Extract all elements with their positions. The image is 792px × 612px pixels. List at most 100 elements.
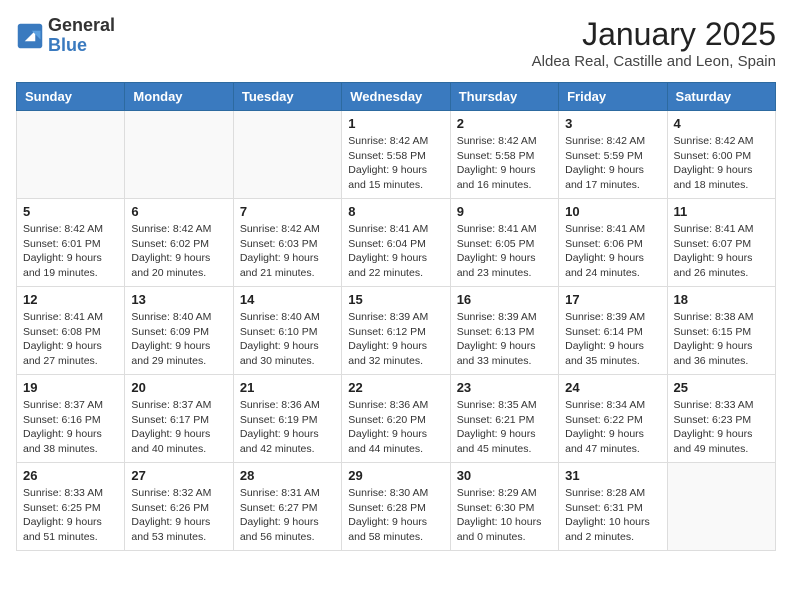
day-number: 23 [457, 380, 552, 395]
day-number: 15 [348, 292, 443, 307]
day-detail: Sunrise: 8:41 AMSunset: 6:06 PMDaylight:… [565, 222, 660, 281]
day-detail: Sunrise: 8:42 AMSunset: 6:01 PMDaylight:… [23, 222, 118, 281]
day-number: 6 [131, 204, 226, 219]
day-detail: Sunrise: 8:34 AMSunset: 6:22 PMDaylight:… [565, 398, 660, 457]
calendar-cell: 21 Sunrise: 8:36 AMSunset: 6:19 PMDayligh… [233, 375, 341, 463]
day-number: 13 [131, 292, 226, 307]
week-row-1: 1 Sunrise: 8:42 AMSunset: 5:58 PMDaylight… [17, 111, 776, 199]
calendar-cell: 12 Sunrise: 8:41 AMSunset: 6:08 PMDayligh… [17, 287, 125, 375]
day-detail: Sunrise: 8:40 AMSunset: 6:09 PMDaylight:… [131, 310, 226, 369]
day-detail: Sunrise: 8:41 AMSunset: 6:07 PMDaylight:… [674, 222, 769, 281]
weekday-header-row: SundayMondayTuesdayWednesdayThursdayFrid… [17, 83, 776, 111]
day-number: 26 [23, 468, 118, 483]
calendar-cell: 11Sunrise: 8:41 AMSunset: 6:07 PMDayligh… [667, 199, 775, 287]
day-number: 16 [457, 292, 552, 307]
day-detail: Sunrise: 8:35 AMSunset: 6:21 PMDaylight:… [457, 398, 552, 457]
day-detail: Sunrise: 8:30 AMSunset: 6:28 PMDaylight:… [348, 486, 443, 545]
day-detail: Sunrise: 8:42 AMSunset: 5:59 PMDaylight:… [565, 134, 660, 193]
calendar-cell: 30 Sunrise: 8:29 AMSunset: 6:30 PMDayligh… [450, 463, 558, 551]
week-row-3: 12 Sunrise: 8:41 AMSunset: 6:08 PMDayligh… [17, 287, 776, 375]
day-number: 21 [240, 380, 335, 395]
day-number: 31 [565, 468, 660, 483]
calendar-cell: 9 Sunrise: 8:41 AMSunset: 6:05 PMDaylight… [450, 199, 558, 287]
calendar-cell: 23 Sunrise: 8:35 AMSunset: 6:21 PMDayligh… [450, 375, 558, 463]
calendar-table: SundayMondayTuesdayWednesdayThursdayFrid… [16, 82, 776, 551]
day-detail: Sunrise: 8:33 AMSunset: 6:23 PMDaylight:… [674, 398, 769, 457]
calendar-cell: 3 Sunrise: 8:42 AMSunset: 5:59 PMDaylight… [559, 111, 667, 199]
day-number: 4 [674, 116, 769, 131]
day-detail: Sunrise: 8:37 AMSunset: 6:17 PMDaylight:… [131, 398, 226, 457]
calendar-cell: 5Sunrise: 8:42 AMSunset: 6:01 PMDaylight… [17, 199, 125, 287]
day-number: 2 [457, 116, 552, 131]
day-detail: Sunrise: 8:42 AMSunset: 6:00 PMDaylight:… [674, 134, 769, 193]
day-detail: Sunrise: 8:42 AMSunset: 6:03 PMDaylight:… [240, 222, 335, 281]
calendar-cell: 18Sunrise: 8:38 AMSunset: 6:15 PMDayligh… [667, 287, 775, 375]
calendar-cell: 27 Sunrise: 8:32 AMSunset: 6:26 PMDayligh… [125, 463, 233, 551]
day-detail: Sunrise: 8:32 AMSunset: 6:26 PMDaylight:… [131, 486, 226, 545]
calendar-cell: 24 Sunrise: 8:34 AMSunset: 6:22 PMDayligh… [559, 375, 667, 463]
day-number: 9 [457, 204, 552, 219]
calendar-cell: 20 Sunrise: 8:37 AMSunset: 6:17 PMDayligh… [125, 375, 233, 463]
calendar-cell [17, 111, 125, 199]
calendar-cell: 6 Sunrise: 8:42 AMSunset: 6:02 PMDaylight… [125, 199, 233, 287]
calendar-cell: 7 Sunrise: 8:42 AMSunset: 6:03 PMDaylight… [233, 199, 341, 287]
day-detail: Sunrise: 8:37 AMSunset: 6:16 PMDaylight:… [23, 398, 118, 457]
calendar-cell: 19 Sunrise: 8:37 AMSunset: 6:16 PMDayligh… [17, 375, 125, 463]
day-number: 27 [131, 468, 226, 483]
day-detail: Sunrise: 8:38 AMSunset: 6:15 PMDaylight:… [674, 310, 769, 369]
day-number: 24 [565, 380, 660, 395]
calendar-cell: 17Sunrise: 8:39 AMSunset: 6:14 PMDayligh… [559, 287, 667, 375]
day-detail: Sunrise: 8:33 AMSunset: 6:25 PMDaylight:… [23, 486, 118, 545]
day-number: 3 [565, 116, 660, 131]
day-detail: Sunrise: 8:41 AMSunset: 6:04 PMDaylight:… [348, 222, 443, 281]
calendar-cell: 1 Sunrise: 8:42 AMSunset: 5:58 PMDaylight… [342, 111, 450, 199]
weekday-header-sunday: Sunday [17, 83, 125, 111]
day-number: 10 [565, 204, 660, 219]
weekday-header-tuesday: Tuesday [233, 83, 341, 111]
day-detail: Sunrise: 8:39 AMSunset: 6:13 PMDaylight:… [457, 310, 552, 369]
day-detail: Sunrise: 8:36 AMSunset: 6:19 PMDaylight:… [240, 398, 335, 457]
day-number: 22 [348, 380, 443, 395]
calendar-cell [125, 111, 233, 199]
weekday-header-saturday: Saturday [667, 83, 775, 111]
calendar-cell: 16 Sunrise: 8:39 AMSunset: 6:13 PMDayligh… [450, 287, 558, 375]
day-number: 1 [348, 116, 443, 131]
day-detail: Sunrise: 8:41 AMSunset: 6:08 PMDaylight:… [23, 310, 118, 369]
week-row-5: 26 Sunrise: 8:33 AMSunset: 6:25 PMDayligh… [17, 463, 776, 551]
calendar-cell: 25 Sunrise: 8:33 AMSunset: 6:23 PMDayligh… [667, 375, 775, 463]
calendar-cell: 10 Sunrise: 8:41 AMSunset: 6:06 PMDayligh… [559, 199, 667, 287]
weekday-header-thursday: Thursday [450, 83, 558, 111]
calendar-cell: 29Sunrise: 8:30 AMSunset: 6:28 PMDayligh… [342, 463, 450, 551]
day-detail: Sunrise: 8:42 AMSunset: 6:02 PMDaylight:… [131, 222, 226, 281]
day-number: 30 [457, 468, 552, 483]
day-number: 12 [23, 292, 118, 307]
title-area: January 2025 Aldea Real, Castille and Le… [532, 16, 776, 70]
week-row-4: 19 Sunrise: 8:37 AMSunset: 6:16 PMDayligh… [17, 375, 776, 463]
day-detail: Sunrise: 8:28 AMSunset: 6:31 PMDaylight:… [565, 486, 660, 545]
week-row-2: 5Sunrise: 8:42 AMSunset: 6:01 PMDaylight… [17, 199, 776, 287]
day-detail: Sunrise: 8:42 AMSunset: 5:58 PMDaylight:… [348, 134, 443, 193]
calendar-cell: 31 Sunrise: 8:28 AMSunset: 6:31 PMDayligh… [559, 463, 667, 551]
day-detail: Sunrise: 8:36 AMSunset: 6:20 PMDaylight:… [348, 398, 443, 457]
calendar-cell: 2Sunrise: 8:42 AMSunset: 5:58 PMDaylight… [450, 111, 558, 199]
day-number: 19 [23, 380, 118, 395]
calendar-cell: 14Sunrise: 8:40 AMSunset: 6:10 PMDayligh… [233, 287, 341, 375]
calendar-cell: 13 Sunrise: 8:40 AMSunset: 6:09 PMDayligh… [125, 287, 233, 375]
day-number: 8 [348, 204, 443, 219]
day-number: 17 [565, 292, 660, 307]
location-title: Aldea Real, Castille and Leon, Spain [532, 53, 776, 70]
day-detail: Sunrise: 8:41 AMSunset: 6:05 PMDaylight:… [457, 222, 552, 281]
calendar-cell [667, 463, 775, 551]
page-header: General Blue January 2025 Aldea Real, Ca… [16, 16, 776, 70]
calendar-cell: 26 Sunrise: 8:33 AMSunset: 6:25 PMDayligh… [17, 463, 125, 551]
calendar-cell: 22 Sunrise: 8:36 AMSunset: 6:20 PMDayligh… [342, 375, 450, 463]
calendar-cell: 15Sunrise: 8:39 AMSunset: 6:12 PMDayligh… [342, 287, 450, 375]
calendar-cell [233, 111, 341, 199]
day-number: 20 [131, 380, 226, 395]
day-number: 7 [240, 204, 335, 219]
day-detail: Sunrise: 8:29 AMSunset: 6:30 PMDaylight:… [457, 486, 552, 545]
month-title: January 2025 [532, 16, 776, 53]
day-detail: Sunrise: 8:40 AMSunset: 6:10 PMDaylight:… [240, 310, 335, 369]
calendar-cell: 8 Sunrise: 8:41 AMSunset: 6:04 PMDaylight… [342, 199, 450, 287]
day-number: 25 [674, 380, 769, 395]
